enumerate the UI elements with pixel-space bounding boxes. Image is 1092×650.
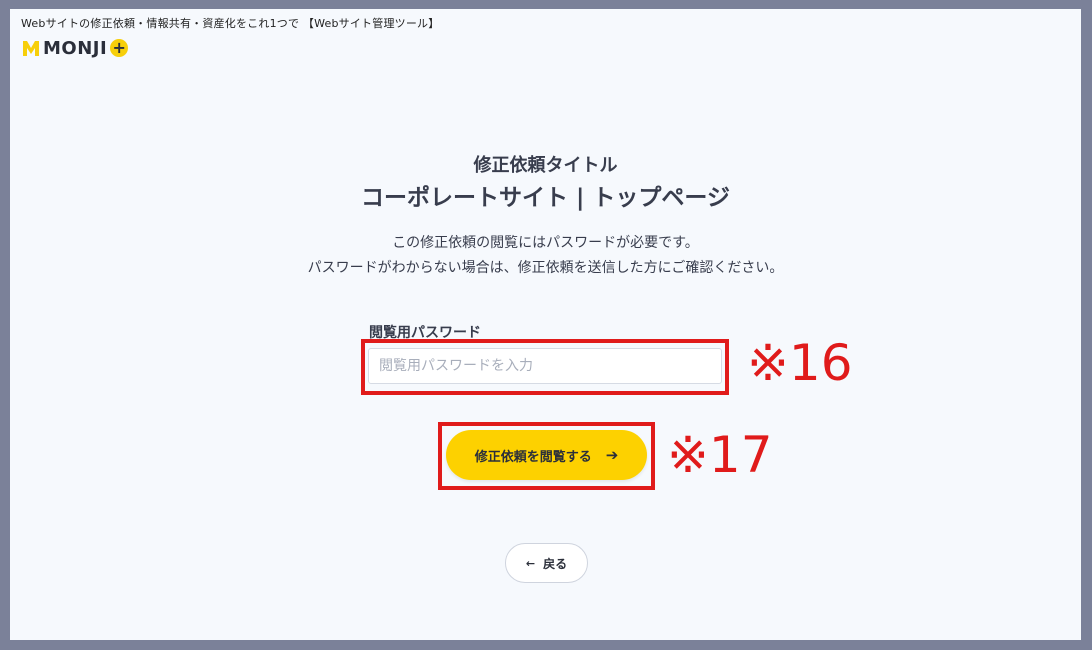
annotation-note-17: ※17 (667, 426, 773, 484)
page-title: コーポレートサイト | トップページ (361, 185, 730, 211)
back-button-label: 戻る (543, 556, 568, 571)
annotation-note-16: ※16 (747, 334, 853, 392)
header-tagline: Webサイトの修正依頼・情報共有・資産化をこれ1つで 【Webサイト管理ツール】 (21, 17, 440, 30)
view-request-button-label: 修正依頼を閲覧する (474, 449, 592, 465)
description-line-1: この修正依頼の閲覧にはパスワードが必要です。 (392, 235, 699, 251)
plus-icon: + (110, 39, 129, 57)
arrow-right-icon: ➔ (605, 446, 619, 464)
view-request-button[interactable]: 修正依頼を閲覧する ➔ (446, 430, 647, 480)
back-button[interactable]: ← 戻る (505, 543, 588, 583)
arrow-left-icon: ← (525, 556, 536, 570)
monji-m-icon (23, 41, 39, 56)
password-label: 閲覧用パスワード (369, 325, 481, 341)
logo-text: MONJI (43, 37, 108, 59)
page-frame: Webサイトの修正依頼・情報共有・資産化をこれ1つで 【Webサイト管理ツール】… (10, 9, 1081, 640)
description-line-2: パスワードがわからない場合は、修正依頼を送信した方にご確認ください。 (307, 260, 784, 276)
password-input[interactable] (368, 348, 722, 384)
request-title-label: 修正依頼タイトル (473, 155, 618, 176)
monji-logo[interactable]: MONJI + (21, 36, 129, 60)
password-description: この修正依頼の閲覧にはパスワードが必要です。 パスワードがわからない場合は、修正… (10, 231, 1081, 281)
